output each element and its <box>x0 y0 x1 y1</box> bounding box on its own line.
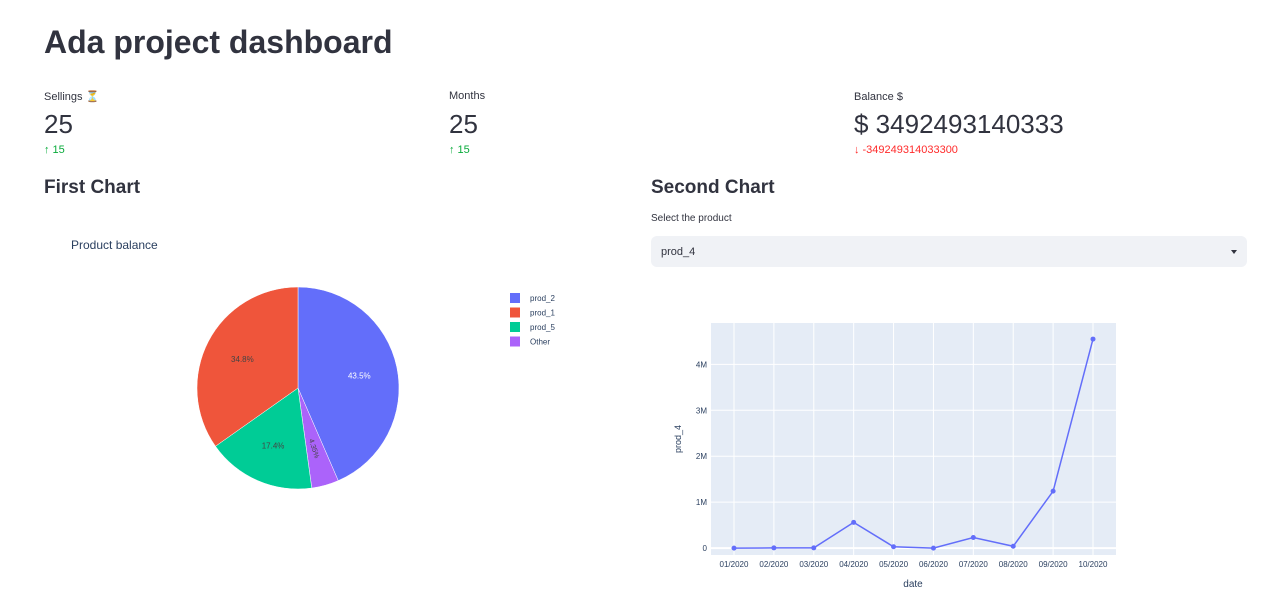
dollar-icon: $ <box>896 91 903 103</box>
pie-slice-label: 17.4% <box>262 441 285 450</box>
data-point[interactable] <box>731 545 737 551</box>
metric-balance-label: Balance $ <box>854 90 903 104</box>
y-tick-label: 2M <box>696 452 707 461</box>
metric-balance-value: $ 3492493140333 <box>854 109 1064 139</box>
select-product-label: Select the product <box>651 213 732 224</box>
legend-swatch[interactable] <box>510 307 520 318</box>
y-tick-label: 1M <box>696 498 707 507</box>
second-chart-heading: Second Chart <box>651 177 775 198</box>
x-tick-label: 06/2020 <box>919 560 948 569</box>
x-tick-label: 09/2020 <box>1039 560 1068 569</box>
metric-sellings-delta: ↑ 15 <box>44 143 65 157</box>
data-point[interactable] <box>1090 336 1096 342</box>
x-tick-label: 04/2020 <box>839 560 868 569</box>
delta-value: 15 <box>457 144 470 156</box>
legend-label[interactable]: prod_2 <box>530 294 555 303</box>
x-tick-label: 08/2020 <box>999 560 1028 569</box>
y-tick-label: 3M <box>696 406 707 415</box>
data-point[interactable] <box>970 535 976 541</box>
x-tick-label: 05/2020 <box>879 560 908 569</box>
delta-value: 15 <box>52 144 65 156</box>
metric-months-value: 25 <box>449 109 478 139</box>
x-tick-label: 07/2020 <box>959 560 988 569</box>
y-axis-title: prod_4 <box>673 425 683 453</box>
pie-chart: Product balance 43.5%4.35%17.4%34.8% pro… <box>71 238 555 490</box>
page-title: Ada project dashboard <box>44 24 393 60</box>
arrow-down-icon: ↓ <box>854 144 860 156</box>
hourglass-icon: ⏳ <box>85 91 100 103</box>
data-point[interactable] <box>1050 488 1056 494</box>
data-point[interactable] <box>771 545 777 551</box>
data-point[interactable] <box>851 519 857 525</box>
pie-slice-label: 34.8% <box>231 355 254 364</box>
x-tick-label: 01/2020 <box>720 560 749 569</box>
caret-down-icon <box>1231 249 1237 254</box>
first-chart-heading: First Chart <box>44 177 141 198</box>
y-tick-label: 4M <box>696 360 707 369</box>
legend-label[interactable]: prod_5 <box>530 323 555 332</box>
arrow-up-icon: ↑ <box>44 144 50 156</box>
data-point[interactable] <box>930 545 936 551</box>
legend-label[interactable]: Other <box>530 338 550 347</box>
y-tick-label: 0 <box>703 544 708 553</box>
product-select-value: prod_4 <box>661 245 696 258</box>
plot-background <box>711 323 1116 555</box>
legend-label[interactable]: prod_1 <box>530 309 555 318</box>
pie-chart-title: Product balance <box>71 238 158 252</box>
x-tick-label: 10/2020 <box>1079 560 1108 569</box>
metric-balance-delta: ↓ -349249314033300 <box>854 143 958 157</box>
arrow-up-icon: ↑ <box>449 144 455 156</box>
legend-swatch[interactable] <box>510 336 520 347</box>
pie-slices: 43.5%4.35%17.4%34.8% <box>196 286 400 490</box>
legend-swatch[interactable] <box>510 293 520 303</box>
metric-sellings-value: 25 <box>44 109 73 139</box>
pie-legend[interactable]: prod_2 prod_1 prod_5 Other <box>510 293 555 347</box>
data-point[interactable] <box>811 545 817 551</box>
metric-label-text: Sellings <box>44 91 83 103</box>
metric-label-text: Balance <box>854 91 894 103</box>
data-point[interactable] <box>1010 543 1016 549</box>
data-point[interactable] <box>891 544 897 550</box>
delta-value: -349249314033300 <box>862 144 958 156</box>
metric-months-delta: ↑ 15 <box>449 143 470 157</box>
x-tick-label: 03/2020 <box>799 560 828 569</box>
x-axis-title: date <box>903 579 923 590</box>
metric-sellings-label: Sellings ⏳ <box>44 90 99 104</box>
x-tick-label: 02/2020 <box>759 560 788 569</box>
metric-months-label: Months <box>449 90 486 102</box>
product-select[interactable]: prod_4 <box>651 236 1247 267</box>
line-chart: 01/2020 02/2020 03/2020 04/2020 05/2020 06/20… <box>673 323 1116 590</box>
pie-slice-label: 43.5% <box>348 371 371 380</box>
legend-swatch[interactable] <box>510 322 520 332</box>
